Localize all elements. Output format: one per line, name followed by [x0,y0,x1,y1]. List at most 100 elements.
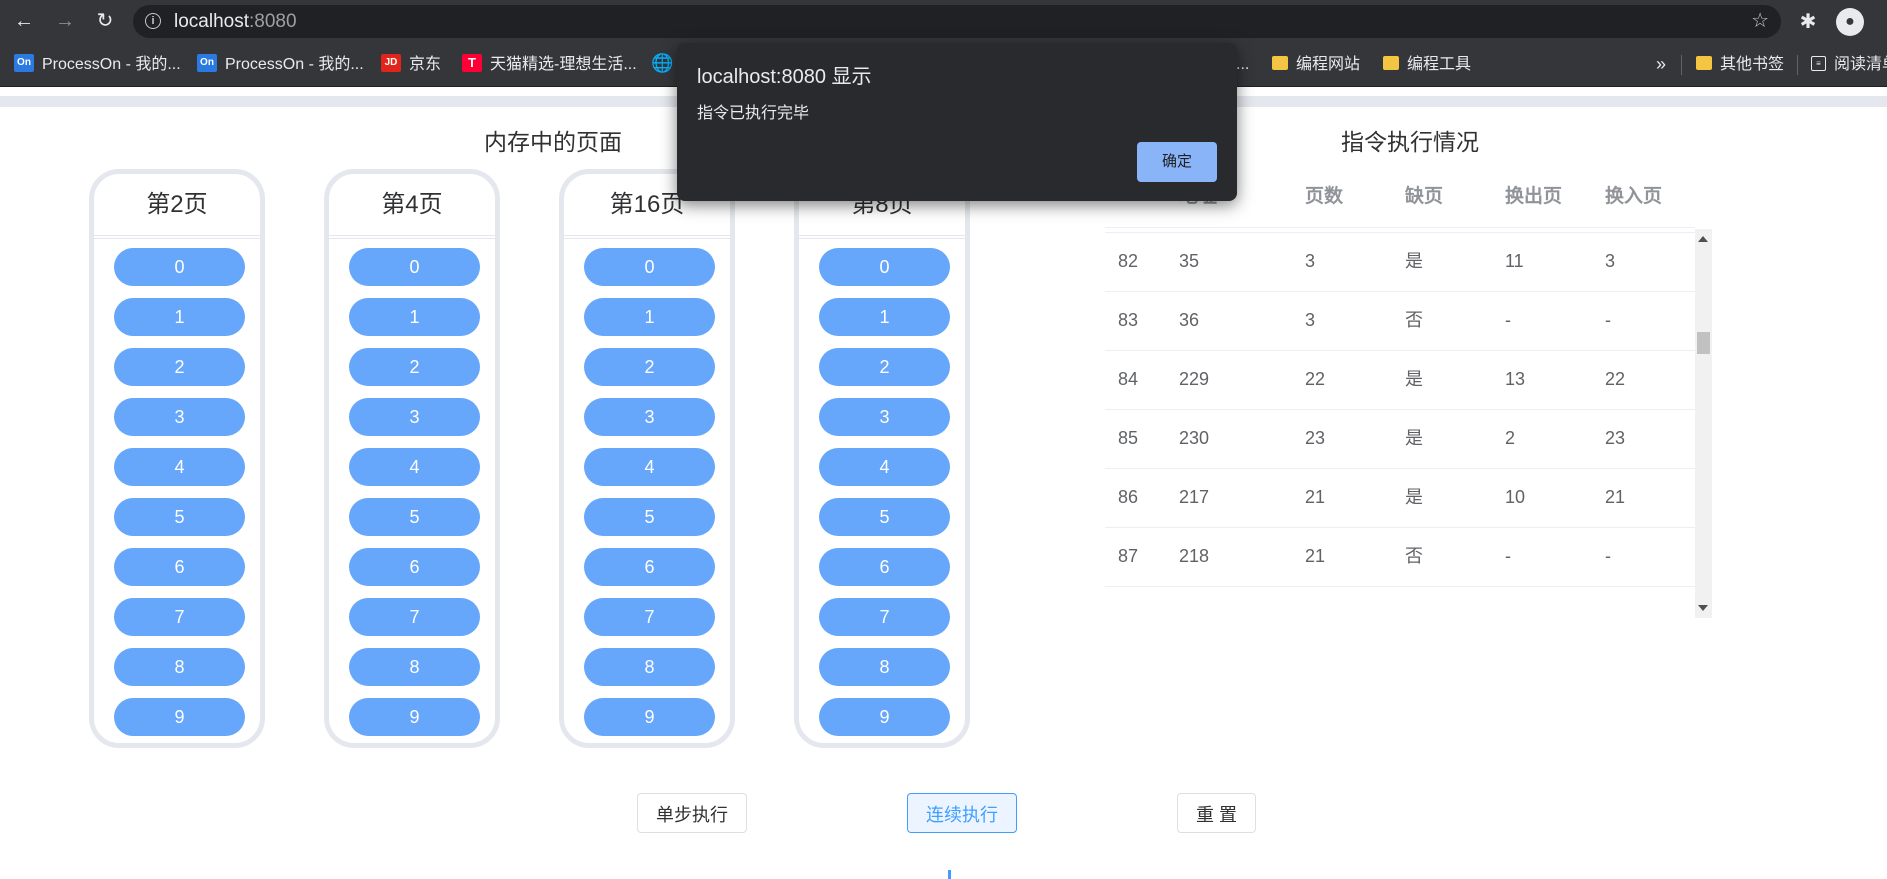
bookmark-other[interactable]: 其他书签 [1696,43,1784,86]
scroll-down-icon[interactable] [1698,605,1708,611]
frame-slot: 1 [584,298,715,336]
bookmark-processon-1[interactable]: On ProcessOn - 我的... [14,43,181,86]
row-swap-out: 10 [1505,487,1526,507]
jd-icon: JD [381,54,401,73]
row-fault: 是 [1405,251,1423,271]
frame-slot: 8 [819,648,950,686]
frame-slot: 6 [114,548,245,586]
bookmarks-divider [1797,55,1798,75]
frame-slot: 9 [584,698,715,736]
frame-slot: 7 [819,598,950,636]
row-fault: 否 [1405,310,1423,330]
table-row: 83 36 3 否 - - [1105,291,1695,351]
forward-arrow-icon[interactable]: → [52,8,78,34]
row-fault: 是 [1405,428,1423,448]
alert-dialog: localhost:8080 显示 指令已执行完毕 确定 [677,43,1237,201]
table-header-divider [1105,227,1695,228]
table-row: 86 217 21 是 10 21 [1105,468,1695,528]
memory-frame: 第16页 0 1 2 3 4 5 6 7 8 9 [559,169,735,748]
reading-list-icon: ≡ [1811,55,1826,71]
back-arrow-icon[interactable]: ← [11,8,37,34]
scrollbar-thumb[interactable] [1697,332,1710,354]
bookmark-jd[interactable]: JD 京东 [381,43,441,86]
frame-slot: 8 [584,648,715,686]
bookmark-folder-coding-sites[interactable]: 编程网站 [1272,43,1360,86]
bookmark-processon-2[interactable]: On ProcessOn - 我的... [197,43,364,86]
frame-slot: 5 [349,498,480,536]
frame-slot: 1 [819,298,950,336]
frame-slot: 3 [584,398,715,436]
execution-section-title: 指令执行情况 [1341,129,1479,155]
row-fault: 否 [1405,546,1423,566]
dialog-ok-button[interactable]: 确定 [1137,142,1217,182]
row-page: 3 [1305,251,1316,271]
extensions-icon[interactable]: ✱ [1794,8,1822,36]
memory-section-title: 内存中的页面 [484,129,622,155]
frame-slot: 2 [114,348,245,386]
folder-icon [1383,56,1399,71]
scroll-up-icon[interactable] [1698,236,1708,242]
frame-slot: 3 [349,398,480,436]
browser-toolbar: ← → ↻ i localhost:8080 ☆ ✱ ● [0,0,1887,43]
row-address: 218 [1179,546,1210,566]
row-address: 36 [1179,310,1200,330]
table-row: 84 229 22 是 13 22 [1105,350,1695,410]
address-bar[interactable]: i localhost:8080 ☆ [133,5,1781,38]
row-swap-in: - [1605,546,1611,566]
frame-slot: 3 [819,398,950,436]
row-page: 21 [1305,487,1326,507]
frame-slot: 9 [349,698,480,736]
row-fault: 是 [1405,369,1423,389]
table-row: 87 218 21 否 - - [1105,527,1695,587]
frame-slot: 8 [349,648,480,686]
frame-slot: 7 [114,598,245,636]
frame-slot: 5 [819,498,950,536]
row-swap-out: - [1505,546,1511,566]
frame-slot: 0 [584,248,715,286]
frame-slot: 6 [349,548,480,586]
table-header-page: 页数 [1305,186,1344,207]
processon-icon: On [14,54,34,73]
frame-slot: 3 [114,398,245,436]
row-index: 86 [1118,487,1139,507]
reset-button[interactable]: 重 置 [1177,793,1256,833]
row-swap-in: 3 [1605,251,1616,271]
focus-caret [948,870,951,879]
row-swap-in: 22 [1605,369,1626,389]
reload-icon[interactable]: ↻ [92,8,118,34]
row-fault: 是 [1405,487,1423,507]
folder-icon [1272,56,1288,71]
execution-table: 8110610否--82353是11383363否--8422922是13228… [1105,169,1712,618]
step-execute-button[interactable]: 单步执行 [637,793,747,833]
frame-slot: 0 [349,248,480,286]
bookmark-tmall[interactable]: T 天猫精选-理想生活... [462,43,637,86]
row-page: 22 [1305,369,1326,389]
frame-slot: 9 [819,698,950,736]
memory-frame: 第4页 0 1 2 3 4 5 6 7 8 9 [324,169,500,748]
row-index: 84 [1118,369,1139,389]
info-icon[interactable]: i [145,13,161,29]
bookmark-folder-coding-tools[interactable]: 编程工具 [1383,43,1471,86]
row-address: 217 [1179,487,1210,507]
table-row: 85 230 23 是 2 23 [1105,409,1695,469]
frame-slot: 8 [114,648,245,686]
folder-icon [1696,56,1712,71]
bookmarks-overflow-icon[interactable]: » [1656,43,1666,86]
reading-list[interactable]: ≡阅读清单 [1811,43,1887,86]
table-scrollbar[interactable] [1695,229,1712,618]
row-index: 87 [1118,546,1139,566]
bookmark-star-icon[interactable]: ☆ [1751,5,1769,38]
frame-slot: 0 [114,248,245,286]
row-swap-in: 21 [1605,487,1626,507]
row-page: 23 [1305,428,1326,448]
profile-avatar[interactable]: ● [1836,8,1864,36]
table-row: 82 35 3 是 11 3 [1105,232,1695,292]
bookmark-globe[interactable]: 🌐 [651,43,679,86]
processon-icon: On [197,54,217,73]
table-header-swap-in: 换入页 [1605,186,1663,207]
frame-slot: 1 [114,298,245,336]
row-swap-out: 13 [1505,369,1526,389]
frame-slot: 1 [349,298,480,336]
url-text[interactable]: localhost:8080 [174,5,297,38]
continuous-execute-button[interactable]: 连续执行 [907,793,1017,833]
